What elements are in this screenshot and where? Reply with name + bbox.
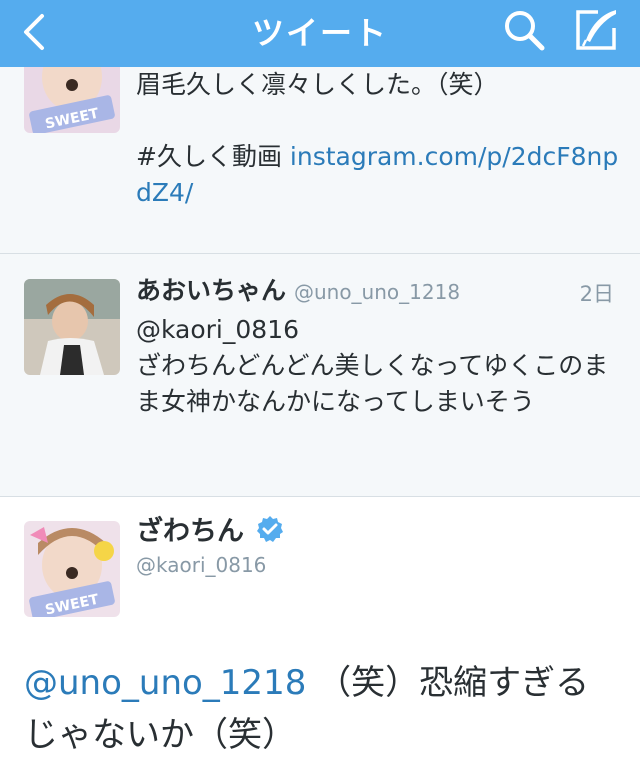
tweet-text: @kaori_0816 ざわちんどんどん美しくなってゆくこのまま女神かなんかにな… — [136, 312, 620, 420]
tweet-item[interactable]: SWEET 眉毛久しく凛々しくした。（笑） #久しく動画 instagram.c… — [0, 37, 640, 254]
tweet-item[interactable]: 2日 あおいちゃん @uno_uno_1218 @kaori_0816 ざわちん… — [0, 254, 640, 497]
search-icon[interactable] — [500, 6, 548, 54]
author-handle[interactable]: @kaori_0816 — [136, 553, 266, 577]
verified-icon — [257, 516, 283, 542]
tweet-text: @uno_uno_1218 （笑）恐縮すぎるじゃないか（笑） — [24, 663, 590, 755]
tweet-body: あおいちゃん @uno_uno_1218 — [136, 273, 560, 310]
tweet-time: 2日 — [579, 282, 614, 306]
tweet-detail: SWEET ざわちん @kaori_0816 @uno_uno_1218 （笑）… — [0, 497, 640, 780]
avatar[interactable]: SWEET — [24, 521, 120, 617]
avatar[interactable] — [24, 279, 120, 375]
compose-icon[interactable] — [572, 6, 620, 54]
tweet-text: 眉毛久しく凛々しくした。（笑） #久しく動画 instagram.com/p/2… — [136, 67, 620, 211]
tweet-hashtag-line: #久しく動画 instagram.com/p/2dcF8npdZ4/ — [136, 139, 620, 211]
hashtag[interactable]: #久しく動画 — [136, 142, 282, 171]
nav-bar: ツイート — [0, 0, 640, 67]
author-handle[interactable]: @uno_uno_1218 — [294, 280, 460, 304]
author-name[interactable]: あおいちゃん — [136, 276, 286, 305]
mention[interactable]: @kaori_0816 — [136, 312, 620, 348]
author-name[interactable]: ざわちん — [136, 509, 244, 548]
mention[interactable]: @uno_uno_1218 — [24, 663, 306, 703]
